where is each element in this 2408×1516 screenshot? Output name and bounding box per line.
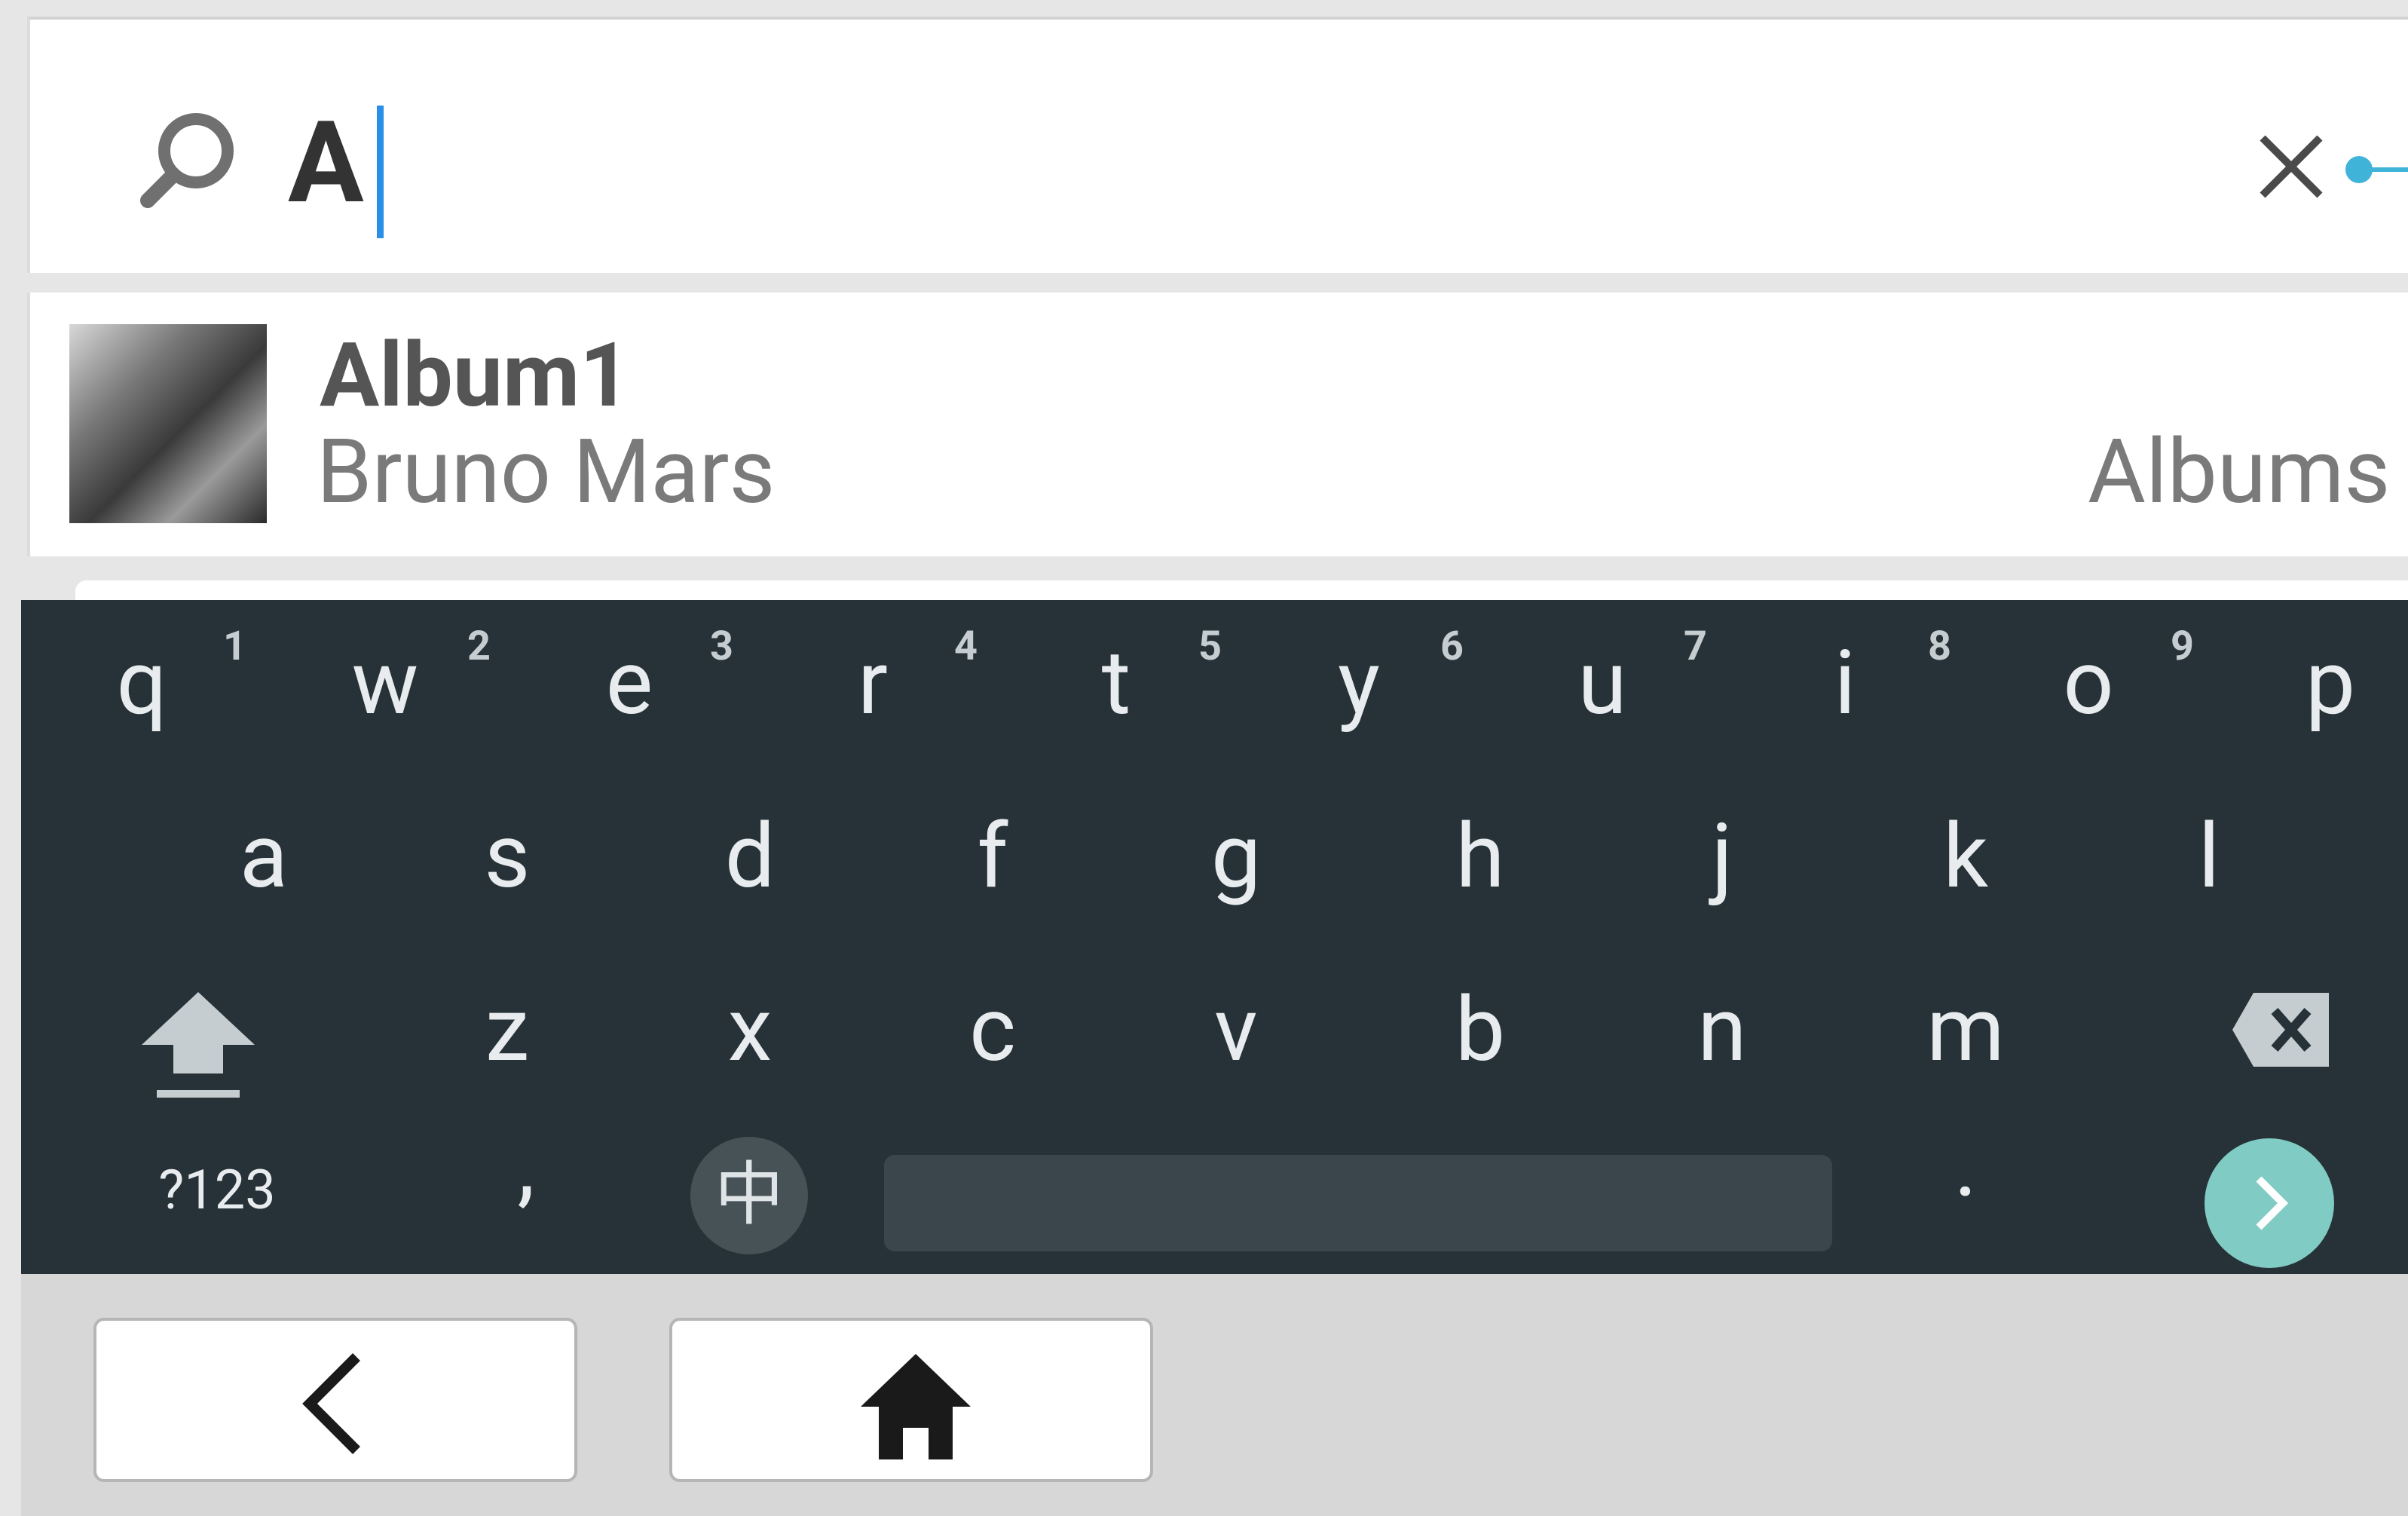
key-a[interactable]: a bbox=[188, 781, 339, 932]
shift-icon[interactable] bbox=[134, 985, 262, 1105]
key-e[interactable]: e bbox=[554, 608, 705, 758]
slider-handle[interactable] bbox=[2345, 156, 2373, 183]
key-g[interactable]: g bbox=[1161, 781, 1311, 932]
key-m[interactable]: m bbox=[1890, 954, 2041, 1105]
search-icon bbox=[140, 113, 234, 208]
key-l[interactable]: l bbox=[2134, 781, 2284, 932]
key-r[interactable]: r bbox=[797, 608, 948, 758]
key-h[interactable]: h bbox=[1405, 781, 1556, 932]
close-icon[interactable] bbox=[2253, 129, 2329, 204]
back-button[interactable] bbox=[93, 1318, 577, 1482]
key-x[interactable]: x bbox=[675, 954, 825, 1105]
key-v[interactable]: v bbox=[1161, 954, 1311, 1105]
home-icon bbox=[861, 1354, 971, 1459]
key-n[interactable]: n bbox=[1647, 954, 1798, 1105]
key-j[interactable]: j bbox=[1647, 781, 1798, 932]
text-cursor bbox=[377, 106, 384, 238]
key-w-number: 2 bbox=[467, 623, 491, 670]
key-u[interactable]: u bbox=[1527, 608, 1678, 758]
key-period[interactable]: . bbox=[1890, 1090, 2041, 1241]
key-i-number: 8 bbox=[1928, 623, 1951, 670]
key-i[interactable]: i bbox=[1770, 608, 1920, 758]
result-category: Albums bbox=[2088, 420, 2391, 524]
on-screen-keyboard: q w e r t y u i o p 1 2 3 4 5 6 7 8 9 a … bbox=[21, 600, 2408, 1274]
key-e-number: 3 bbox=[710, 623, 733, 670]
key-y-number: 6 bbox=[1440, 623, 1464, 670]
album-art bbox=[69, 324, 267, 523]
album-artist: Bruno Mars bbox=[317, 420, 776, 524]
key-c[interactable]: c bbox=[917, 954, 1068, 1105]
backspace-icon[interactable] bbox=[2229, 988, 2335, 1071]
key-f[interactable]: f bbox=[917, 781, 1068, 932]
key-q-number: 1 bbox=[223, 623, 246, 670]
symbols-key[interactable]: ?123 bbox=[104, 1158, 330, 1222]
search-bar[interactable]: A bbox=[27, 17, 2408, 273]
album-title: Album1 bbox=[320, 323, 631, 427]
enter-key[interactable] bbox=[2205, 1138, 2334, 1268]
key-p[interactable]: p bbox=[2255, 608, 2406, 758]
back-arrow-icon bbox=[302, 1353, 360, 1454]
key-w[interactable]: w bbox=[310, 608, 460, 758]
key-q[interactable]: q bbox=[66, 608, 217, 758]
key-y[interactable]: y bbox=[1284, 608, 1434, 758]
search-input[interactable]: A bbox=[288, 95, 364, 231]
key-b[interactable]: b bbox=[1405, 954, 1556, 1105]
key-k[interactable]: k bbox=[1890, 781, 2041, 932]
navigation-bar bbox=[21, 1274, 2408, 1516]
key-s[interactable]: s bbox=[432, 781, 583, 932]
key-o-number: 9 bbox=[2171, 623, 2194, 670]
home-button[interactable] bbox=[669, 1318, 1153, 1482]
key-o[interactable]: o bbox=[2013, 608, 2164, 758]
key-r-number: 4 bbox=[954, 623, 978, 670]
key-u-number: 7 bbox=[1684, 623, 1707, 670]
chevron-right-icon bbox=[2256, 1176, 2289, 1230]
key-comma[interactable]: , bbox=[451, 1090, 601, 1241]
key-z[interactable]: z bbox=[432, 954, 583, 1105]
list-item[interactable]: Album1 Bruno Mars Albums bbox=[27, 292, 2408, 556]
space-key[interactable] bbox=[884, 1155, 1832, 1251]
key-t-number: 5 bbox=[1198, 623, 1222, 670]
language-switch-key[interactable]: 中 bbox=[690, 1137, 808, 1254]
key-t[interactable]: t bbox=[1041, 608, 1192, 758]
key-d[interactable]: d bbox=[675, 781, 825, 932]
